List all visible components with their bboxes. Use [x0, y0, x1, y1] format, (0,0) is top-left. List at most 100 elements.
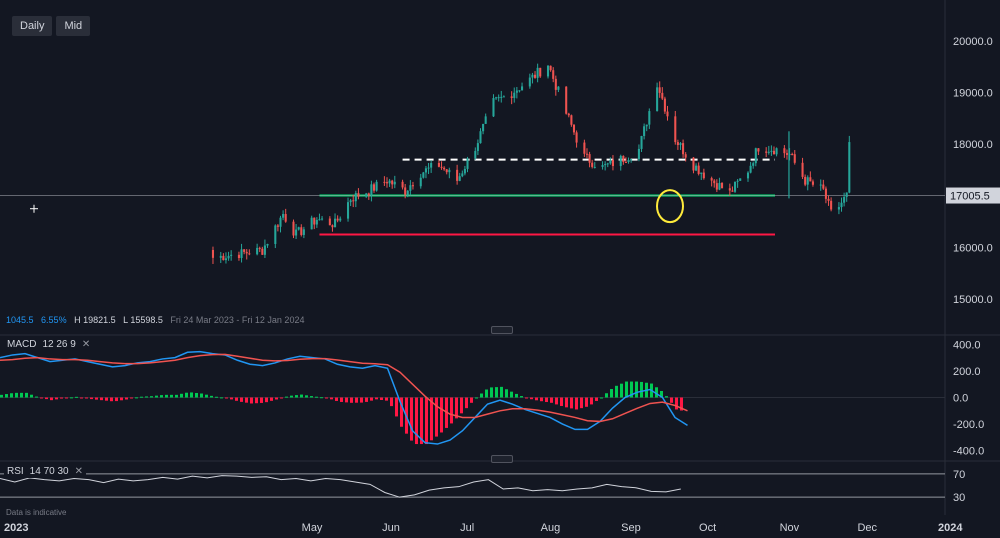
- candle-body: [840, 202, 843, 208]
- candle-body: [783, 148, 786, 154]
- candle-body: [315, 219, 318, 225]
- candle-body: [391, 180, 394, 185]
- candle-body: [521, 86, 524, 91]
- candle-body: [767, 151, 770, 153]
- candle-body: [513, 92, 516, 98]
- candle-body: [572, 124, 576, 133]
- candle-body: [300, 227, 303, 235]
- macd-hist-bar: [50, 397, 53, 401]
- rsi-name: RSI: [7, 466, 24, 477]
- candle-body: [692, 157, 695, 171]
- candle-body: [219, 255, 222, 258]
- candle-body: [334, 218, 337, 228]
- macd-hist-bar: [385, 397, 388, 401]
- macd-hist-bar: [285, 396, 288, 398]
- candle-body: [702, 172, 705, 179]
- candle-body: [679, 143, 682, 146]
- macd-hist-bar: [435, 397, 438, 437]
- macd-hist-bar: [635, 381, 638, 398]
- macd-hist-bar: [600, 397, 603, 399]
- candle-body: [809, 177, 812, 182]
- candle-body: [284, 214, 287, 222]
- candle-body: [749, 165, 752, 173]
- macd-hist-bar: [5, 394, 8, 398]
- pane-resize-handle-rsi[interactable]: [491, 455, 513, 463]
- candle-body: [476, 143, 479, 151]
- candle-body: [637, 148, 640, 160]
- time-axis-tick-label: Nov: [780, 522, 800, 534]
- price-axis-tick-label: 18000.0: [953, 139, 993, 151]
- macd-hist-bar: [520, 396, 523, 398]
- macd-hist-bar: [360, 397, 363, 403]
- macd-hist-bar: [345, 397, 348, 403]
- candle-body: [297, 227, 300, 230]
- time-axis-tick-label: Jun: [382, 522, 400, 534]
- macd-hist-bar: [555, 397, 558, 405]
- macd-hist-bar: [0, 394, 3, 398]
- macd-hist-bar: [135, 397, 138, 399]
- candle-body: [245, 251, 248, 254]
- candle-body: [656, 87, 659, 112]
- candle-body: [793, 154, 796, 163]
- candle-body: [461, 173, 464, 177]
- candle-body: [500, 96, 503, 98]
- macd-params: 12 26 9: [42, 339, 76, 350]
- macd-hist-bar: [380, 397, 383, 400]
- candle-body: [622, 155, 625, 162]
- candle-body: [430, 162, 433, 168]
- rsi-close-icon[interactable]: ✕: [75, 466, 83, 477]
- candle-body: [388, 180, 391, 184]
- pane-resize-handle-macd[interactable]: [491, 326, 513, 334]
- macd-hist-bar: [490, 387, 493, 398]
- candle-body: [375, 181, 378, 191]
- candle-body: [609, 159, 612, 164]
- macd-hist-bar: [620, 383, 623, 398]
- macd-hist-bar: [590, 397, 593, 405]
- price-axis-tick-label: 16000.0: [953, 242, 993, 254]
- macd-hist-bar: [315, 396, 318, 398]
- candle-body: [591, 162, 594, 167]
- macd-hist-bar: [250, 397, 253, 404]
- candle-body: [754, 148, 757, 164]
- candle-body: [292, 221, 295, 236]
- candle-body: [588, 154, 591, 163]
- candle-body: [648, 111, 651, 125]
- macd-hist-bar: [425, 397, 428, 445]
- candle-body: [824, 188, 827, 199]
- macd-close-icon[interactable]: ✕: [82, 339, 90, 350]
- macd-hist-bar: [530, 397, 533, 400]
- candle-body: [552, 70, 555, 79]
- candle-body: [736, 180, 739, 182]
- low-value: L 15598.5: [123, 315, 163, 325]
- macd-hist-bar: [550, 397, 553, 403]
- timeframe-daily-button[interactable]: Daily: [12, 16, 53, 36]
- macd-hist-bar: [20, 392, 23, 398]
- macd-hist-bar: [450, 397, 453, 424]
- macd-hist-bar: [60, 397, 63, 399]
- macd-axis-tick-label: 200.0: [953, 366, 981, 378]
- candle-body: [583, 142, 586, 154]
- candle-body: [276, 225, 279, 227]
- macd-hist-bar: [415, 397, 418, 445]
- macd-hist-bar: [105, 397, 108, 401]
- candle-body: [700, 172, 703, 174]
- macd-axis-tick-label: 0.0: [953, 393, 968, 405]
- candle-body: [456, 169, 459, 181]
- macd-hist-bar: [145, 396, 148, 398]
- macd-hist-bar: [575, 397, 578, 410]
- macd-hist-bar: [270, 397, 273, 401]
- candle-body: [606, 163, 609, 165]
- candle-body: [243, 249, 246, 252]
- macd-hist-bar: [155, 395, 158, 398]
- price-type-mid-button[interactable]: Mid: [56, 16, 91, 36]
- macd-hist-bar: [300, 394, 303, 398]
- candle-body: [661, 92, 664, 99]
- macd-hist-bar: [330, 397, 333, 400]
- macd-hist-bar: [30, 394, 33, 398]
- macd-hist-bar: [605, 393, 608, 398]
- macd-hist-bar: [175, 394, 178, 398]
- macd-hist-bar: [365, 397, 368, 402]
- macd-hist-bar: [495, 387, 498, 398]
- candle-body: [684, 154, 687, 158]
- macd-hist-bar: [500, 386, 503, 398]
